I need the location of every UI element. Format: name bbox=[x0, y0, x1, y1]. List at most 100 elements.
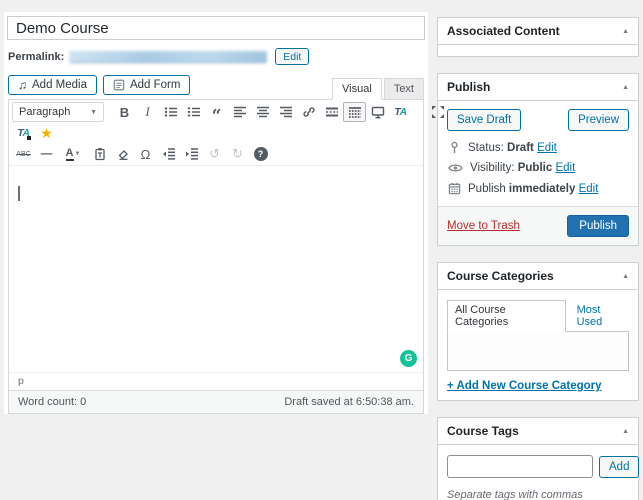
collapse-icon[interactable]: ▲ bbox=[622, 84, 629, 91]
chevron-down-icon: ▼ bbox=[75, 151, 81, 157]
read-more-button[interactable] bbox=[320, 102, 343, 122]
fullscreen-icon bbox=[431, 105, 445, 119]
course-categories-panel: Course Categories ▲ All Course Categorie… bbox=[437, 262, 639, 401]
bold-button[interactable]: B bbox=[113, 102, 136, 122]
word-count-label: Word count: bbox=[18, 396, 77, 408]
edit-visibility-link[interactable]: Edit bbox=[555, 162, 575, 174]
editor-content-area[interactable]: G bbox=[9, 166, 423, 372]
status-row: Status: Draft Edit bbox=[438, 137, 638, 158]
clear-formatting-button[interactable] bbox=[111, 144, 134, 164]
post-editor-area: Permalink: Edit ♫ Add Media Add Form Vis… bbox=[4, 12, 428, 414]
help-button[interactable]: ? bbox=[249, 144, 272, 164]
horizontal-rule-icon: — bbox=[41, 148, 53, 160]
tags-hint: Separate tags with commas bbox=[447, 489, 629, 500]
special-character-button[interactable]: Ω bbox=[134, 144, 157, 164]
course-tags-header[interactable]: Course Tags ▲ bbox=[438, 418, 638, 444]
redo-button[interactable]: ↻ bbox=[226, 144, 249, 164]
decrease-indent-button[interactable] bbox=[157, 144, 180, 164]
associated-content-header[interactable]: Associated Content ▲ bbox=[438, 18, 638, 44]
publish-button[interactable]: Publish bbox=[567, 215, 629, 237]
strikethrough-icon: ABC bbox=[16, 151, 30, 158]
align-center-icon bbox=[256, 106, 270, 118]
publish-header[interactable]: Publish ▲ bbox=[438, 74, 638, 100]
toolbar-row-2: TA ★ bbox=[12, 123, 420, 143]
edit-schedule-link[interactable]: Edit bbox=[579, 183, 599, 195]
course-tags-input[interactable] bbox=[447, 455, 593, 478]
insert-link-button[interactable] bbox=[297, 102, 320, 122]
bulleted-list-icon bbox=[164, 106, 178, 118]
tablepress-table-button[interactable]: TA bbox=[389, 102, 412, 122]
grammarly-icon[interactable]: G bbox=[400, 350, 417, 367]
schedule-text: Publish immediately Edit bbox=[468, 183, 598, 195]
paste-as-text-icon bbox=[93, 147, 107, 161]
text-color-icon: A bbox=[66, 148, 74, 161]
add-form-button[interactable]: Add Form bbox=[103, 75, 191, 95]
monitor-icon bbox=[371, 106, 385, 119]
fullscreen-button[interactable] bbox=[426, 102, 449, 122]
text-color-button[interactable]: A ▼ bbox=[58, 144, 88, 164]
bold-icon: B bbox=[120, 105, 129, 120]
bulleted-list-button[interactable] bbox=[159, 102, 182, 122]
link-icon bbox=[302, 105, 316, 119]
strikethrough-button[interactable]: ABC bbox=[12, 144, 35, 164]
read-more-icon bbox=[325, 106, 339, 118]
star-rating-button[interactable]: ★ bbox=[35, 123, 58, 143]
numbered-list-button[interactable] bbox=[182, 102, 205, 122]
add-new-category-link[interactable]: + Add New Course Category bbox=[447, 380, 602, 392]
toolbar-row-1: Paragraph ▼ B I bbox=[12, 102, 420, 122]
horizontal-rule-button[interactable]: — bbox=[35, 144, 58, 164]
preview-button[interactable]: Preview bbox=[568, 109, 629, 131]
save-draft-button[interactable]: Save Draft bbox=[447, 109, 521, 131]
course-categories-header[interactable]: Course Categories ▲ bbox=[438, 263, 638, 289]
tab-all-categories[interactable]: All Course Categories bbox=[447, 300, 566, 332]
move-to-trash-link[interactable]: Move to Trash bbox=[447, 220, 520, 232]
post-title-input[interactable] bbox=[7, 16, 425, 40]
toolbar-toggle-button[interactable] bbox=[343, 102, 366, 122]
publish-panel: Publish ▲ Save Draft Preview Status: Dra… bbox=[437, 73, 639, 246]
paragraph-format-dropdown[interactable]: Paragraph ▼ bbox=[12, 102, 104, 122]
italic-button[interactable]: I bbox=[136, 102, 159, 122]
decrease-indent-icon bbox=[162, 147, 176, 161]
course-categories-body: All Course Categories Most Used + Add Ne… bbox=[438, 289, 638, 400]
align-right-button[interactable] bbox=[274, 102, 297, 122]
calendar-icon bbox=[448, 182, 461, 195]
tablepress-options-button[interactable]: TA bbox=[12, 123, 35, 143]
visibility-text: Visibility: Public Edit bbox=[470, 162, 575, 174]
category-list-box[interactable] bbox=[447, 331, 629, 371]
edit-status-link[interactable]: Edit bbox=[537, 142, 557, 154]
sidebar: Associated Content ▲ Publish ▲ Save Draf… bbox=[437, 17, 639, 500]
visibility-row: Visibility: Public Edit bbox=[438, 158, 638, 178]
pin-icon bbox=[448, 141, 461, 154]
undo-button[interactable]: ↺ bbox=[203, 144, 226, 164]
paste-as-text-button[interactable] bbox=[88, 144, 111, 164]
collapse-icon[interactable]: ▲ bbox=[622, 28, 629, 35]
schedule-row: Publish immediately Edit bbox=[438, 178, 638, 199]
align-center-button[interactable] bbox=[251, 102, 274, 122]
tags-input-row: Add bbox=[447, 455, 629, 478]
draft-saved-status: Draft saved at 6:50:38 am. bbox=[284, 396, 414, 408]
tab-text[interactable]: Text bbox=[384, 78, 424, 100]
align-left-button[interactable] bbox=[228, 102, 251, 122]
collapse-icon[interactable]: ▲ bbox=[622, 273, 629, 280]
permalink-edit-button[interactable]: Edit bbox=[275, 48, 309, 65]
publish-body: Save Draft Preview Status: Draft Edit bbox=[438, 100, 638, 245]
paragraph-format-label: Paragraph bbox=[19, 106, 70, 118]
element-path-bar: p bbox=[9, 372, 423, 390]
permalink-url[interactable] bbox=[69, 51, 267, 63]
media-buttons: ♫ Add Media Add Form bbox=[8, 75, 190, 99]
increase-indent-button[interactable] bbox=[180, 144, 203, 164]
help-icon: ? bbox=[254, 147, 268, 161]
tab-most-used[interactable]: Most Used bbox=[575, 301, 629, 331]
category-tabs: All Course Categories Most Used bbox=[447, 299, 629, 331]
associated-content-title: Associated Content bbox=[447, 24, 560, 38]
permalink-label: Permalink: bbox=[8, 51, 64, 63]
distraction-free-button[interactable] bbox=[366, 102, 389, 122]
course-categories-title: Course Categories bbox=[447, 269, 554, 283]
add-media-button[interactable]: ♫ Add Media bbox=[8, 75, 97, 95]
collapse-icon[interactable]: ▲ bbox=[622, 428, 629, 435]
star-icon: ★ bbox=[40, 125, 53, 142]
blockquote-button[interactable]: “ bbox=[205, 102, 228, 122]
tab-visual[interactable]: Visual bbox=[332, 78, 382, 100]
media-tab-row: ♫ Add Media Add Form Visual Text bbox=[7, 75, 425, 99]
add-tag-button[interactable]: Add bbox=[599, 456, 639, 478]
